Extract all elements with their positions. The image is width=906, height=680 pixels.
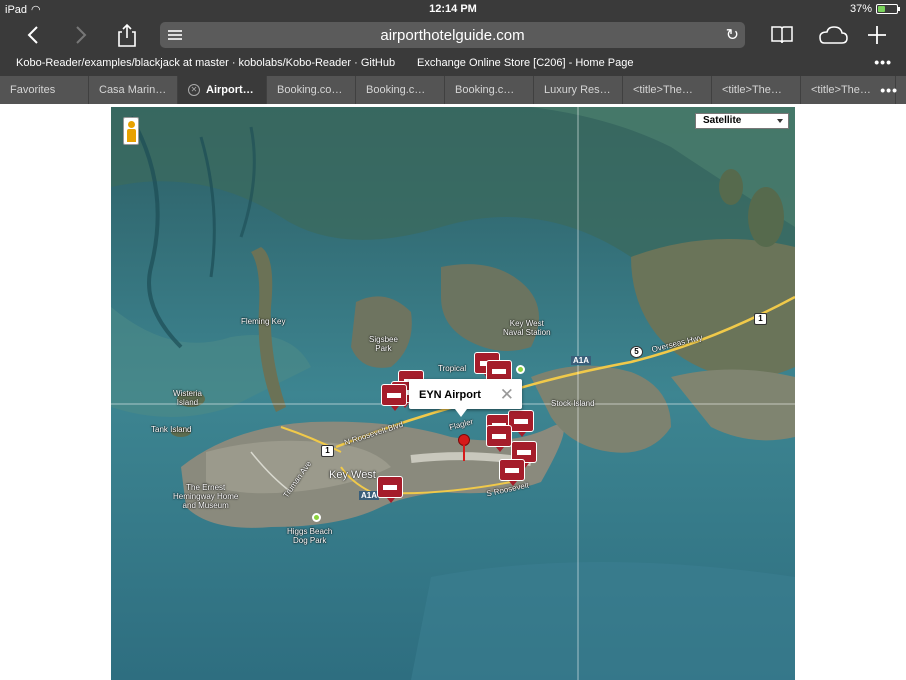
hotel-marker[interactable]	[381, 384, 407, 411]
bookmarks-button[interactable]	[769, 22, 795, 48]
battery-icon	[876, 4, 900, 14]
info-window-title: EYN Airport	[419, 389, 481, 401]
label-hemingway-home: The Ernest Hemingway Home and Museum	[173, 483, 239, 510]
poi-higgs-beach[interactable]	[312, 513, 321, 522]
map-info-window: EYN Airport ✕	[409, 379, 522, 417]
close-tab-icon[interactable]: ✕	[188, 84, 200, 96]
cloud-icon	[819, 26, 848, 44]
back-button[interactable]	[22, 22, 44, 48]
battery-fill	[878, 6, 885, 12]
tab-favorites[interactable]: Favorites	[0, 76, 89, 104]
route-a1a-label: A1A	[359, 491, 380, 500]
bookmark-github[interactable]: Kobo-Reader/examples/blackjack at master…	[16, 57, 395, 69]
bookmarks-bar: Kobo-Reader/examples/blackjack at master…	[0, 52, 906, 76]
label-tropical: Tropical	[438, 364, 467, 373]
label-tank-island: Tank Island	[151, 425, 192, 434]
label-naval-station: Key West Naval Station	[503, 319, 551, 337]
tab-title-2[interactable]: <title>The…	[712, 76, 801, 104]
address-bar[interactable]: airporthotelguide.com ↻	[160, 22, 745, 48]
map-type-select[interactable]: Satellite	[695, 113, 789, 129]
icloud-tabs-button[interactable]	[816, 22, 848, 48]
tab-bar: Favorites Casa Marin… ✕ Airport… Booking.…	[0, 76, 906, 104]
route-1-shield: 1	[321, 445, 334, 457]
chevron-right-icon	[76, 26, 87, 44]
chevron-left-icon	[27, 26, 38, 44]
browser-toolbar: airporthotelguide.com ↻	[0, 18, 906, 52]
tab-booking-2[interactable]: Booking.c…	[356, 76, 445, 104]
label-fleming-key: Fleming Key	[241, 317, 286, 326]
battery-percent: 37%	[849, 3, 872, 15]
route-a1a-label-east: A1A	[571, 356, 592, 365]
url-text[interactable]: airporthotelguide.com	[160, 27, 745, 44]
label-wisteria-island: Wisteria Island	[173, 389, 202, 407]
tab-luxury-resort[interactable]: Luxury Res…	[534, 76, 623, 104]
new-tab-button[interactable]	[866, 22, 888, 48]
poi-naval-station[interactable]	[516, 365, 525, 374]
airport-pin-icon[interactable]	[458, 434, 470, 461]
reload-icon[interactable]: ↻	[726, 25, 739, 45]
label-higgs-beach: Higgs Beach Dog Park	[287, 527, 333, 545]
satellite-map[interactable]: Satellite Fleming Key Sigsbee Park Key W…	[111, 107, 795, 680]
label-stock-island: Stock Island	[551, 399, 595, 408]
route-1-shield-east: 1	[754, 313, 767, 325]
tab-casa-marina[interactable]: Casa Marin…	[89, 76, 178, 104]
share-icon	[118, 23, 136, 47]
tab-title-1[interactable]: <title>The…	[623, 76, 712, 104]
hotel-marker[interactable]	[377, 476, 403, 503]
share-button[interactable]	[116, 22, 138, 48]
tab-airport[interactable]: ✕ Airport…	[178, 76, 267, 104]
book-icon	[771, 26, 793, 44]
info-window-close-icon[interactable]: ✕	[500, 385, 514, 405]
status-bar: iPad ◠ 12:14 PM 37%	[0, 0, 906, 18]
route-5-shield: 5	[630, 346, 643, 358]
label-key-west: Key West	[329, 469, 376, 481]
tabs-more-icon[interactable]: •••	[880, 82, 898, 98]
bookmark-exchange[interactable]: Exchange Online Store [C206] - Home Page	[417, 57, 633, 69]
label-sigsbee-park: Sigsbee Park	[369, 335, 398, 353]
bookmarks-more-icon[interactable]: •••	[874, 54, 892, 70]
plus-icon	[868, 26, 886, 44]
forward-button[interactable]	[70, 22, 92, 48]
tab-booking-1[interactable]: Booking.co…	[267, 76, 356, 104]
street-view-pegman-icon[interactable]	[123, 117, 139, 145]
dropdown-arrow-icon	[777, 119, 783, 123]
tab-booking-3[interactable]: Booking.c…	[445, 76, 534, 104]
status-time: 12:14 PM	[429, 3, 477, 15]
hotel-marker[interactable]	[486, 425, 512, 452]
hotel-marker[interactable]	[499, 459, 525, 486]
